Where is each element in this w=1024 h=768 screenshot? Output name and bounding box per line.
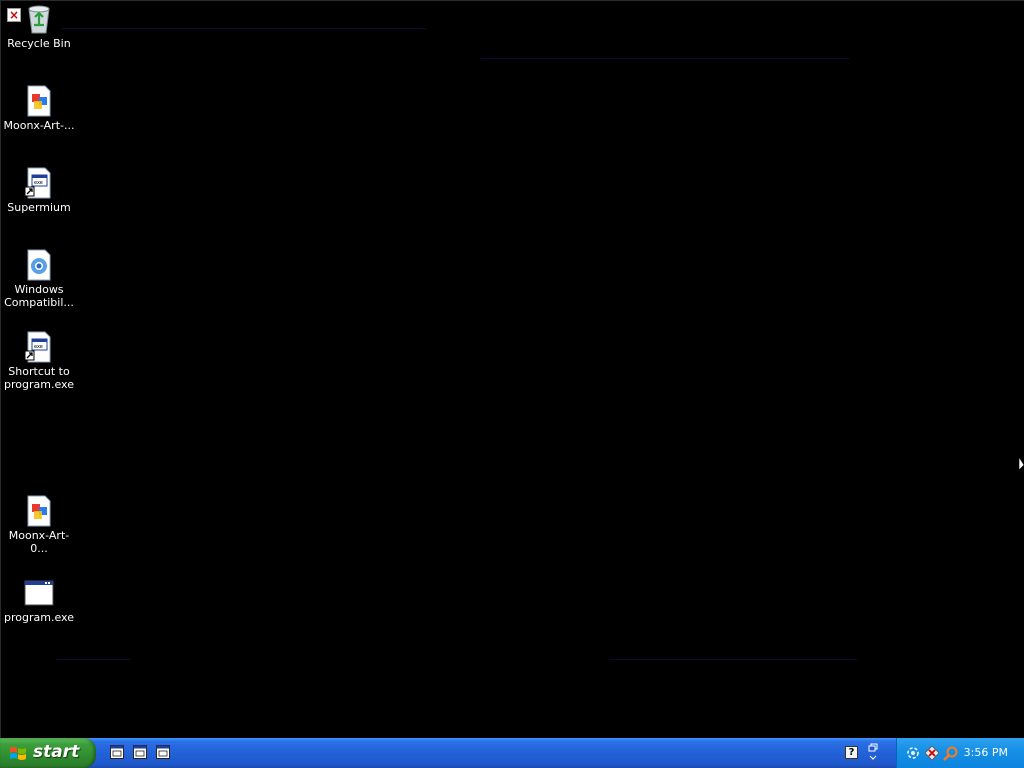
image-file-icon (23, 85, 55, 117)
quick-launch-application-icon[interactable] (133, 745, 147, 759)
desktop-icon-moonx-art-1[interactable]: Moonx-Art-... (1, 85, 77, 132)
image-file-icon (23, 495, 55, 527)
compatibility-icon (23, 249, 55, 281)
restore-windows-icon[interactable] (866, 742, 880, 764)
desktop-icon-windows-compatibility[interactable]: Windows Compatibil... (1, 249, 77, 309)
screen-artifact-line (56, 659, 131, 660)
quick-launch-application-icon[interactable] (156, 745, 170, 759)
start-button[interactable]: start (0, 738, 96, 768)
svg-text:exe: exe (34, 180, 43, 186)
desktop[interactable]: Recycle Bin × Moonx-Art-... exe Supermiu… (0, 0, 1024, 738)
taskbar: start ? 3:56 PM (0, 738, 1024, 768)
quick-launch-application-icon[interactable] (110, 745, 124, 759)
desktop-icon-supermium[interactable]: exe Supermium (1, 167, 77, 214)
svg-text:exe: exe (34, 344, 43, 350)
desktop-icon-label: Windows Compatibil... (4, 283, 74, 309)
security-alert-icon[interactable] (924, 745, 940, 761)
search-icon[interactable] (943, 745, 959, 761)
desktop-icon-label: Shortcut to program.exe (4, 365, 74, 391)
desktop-icon-program-exe[interactable]: program.exe (1, 577, 77, 624)
desktop-icon-label: Moonx-Art-0... (8, 529, 70, 555)
recycle-bin-icon (23, 3, 55, 35)
screen-artifact-line (481, 58, 849, 59)
desktop-icon-label: Recycle Bin (7, 37, 71, 50)
screen-artifact-line (61, 28, 426, 29)
desktop-icon-shortcut-program[interactable]: exe Shortcut to program.exe (1, 331, 77, 391)
screen-artifact-line (609, 659, 857, 660)
help-icon[interactable]: ? (845, 746, 858, 759)
mouse-cursor-icon (1019, 457, 1024, 471)
system-tray: 3:56 PM (896, 738, 1024, 768)
desktop-icon-moonx-art-2[interactable]: Moonx-Art-0... (1, 495, 77, 555)
clock[interactable]: 3:56 PM (964, 746, 1008, 759)
windows-logo-icon (10, 747, 26, 760)
application-window-icon (23, 577, 55, 609)
program-shortcut-icon: exe (23, 167, 55, 199)
desktop-icon-label: Moonx-Art-... (3, 119, 75, 132)
start-label: start (33, 742, 80, 762)
error-close-icon[interactable]: × (7, 8, 21, 22)
desktop-icon-label: Supermium (7, 201, 71, 214)
network-icon[interactable] (905, 745, 921, 761)
desktop-icon-label: program.exe (4, 611, 74, 624)
program-shortcut-icon: exe (23, 331, 55, 363)
